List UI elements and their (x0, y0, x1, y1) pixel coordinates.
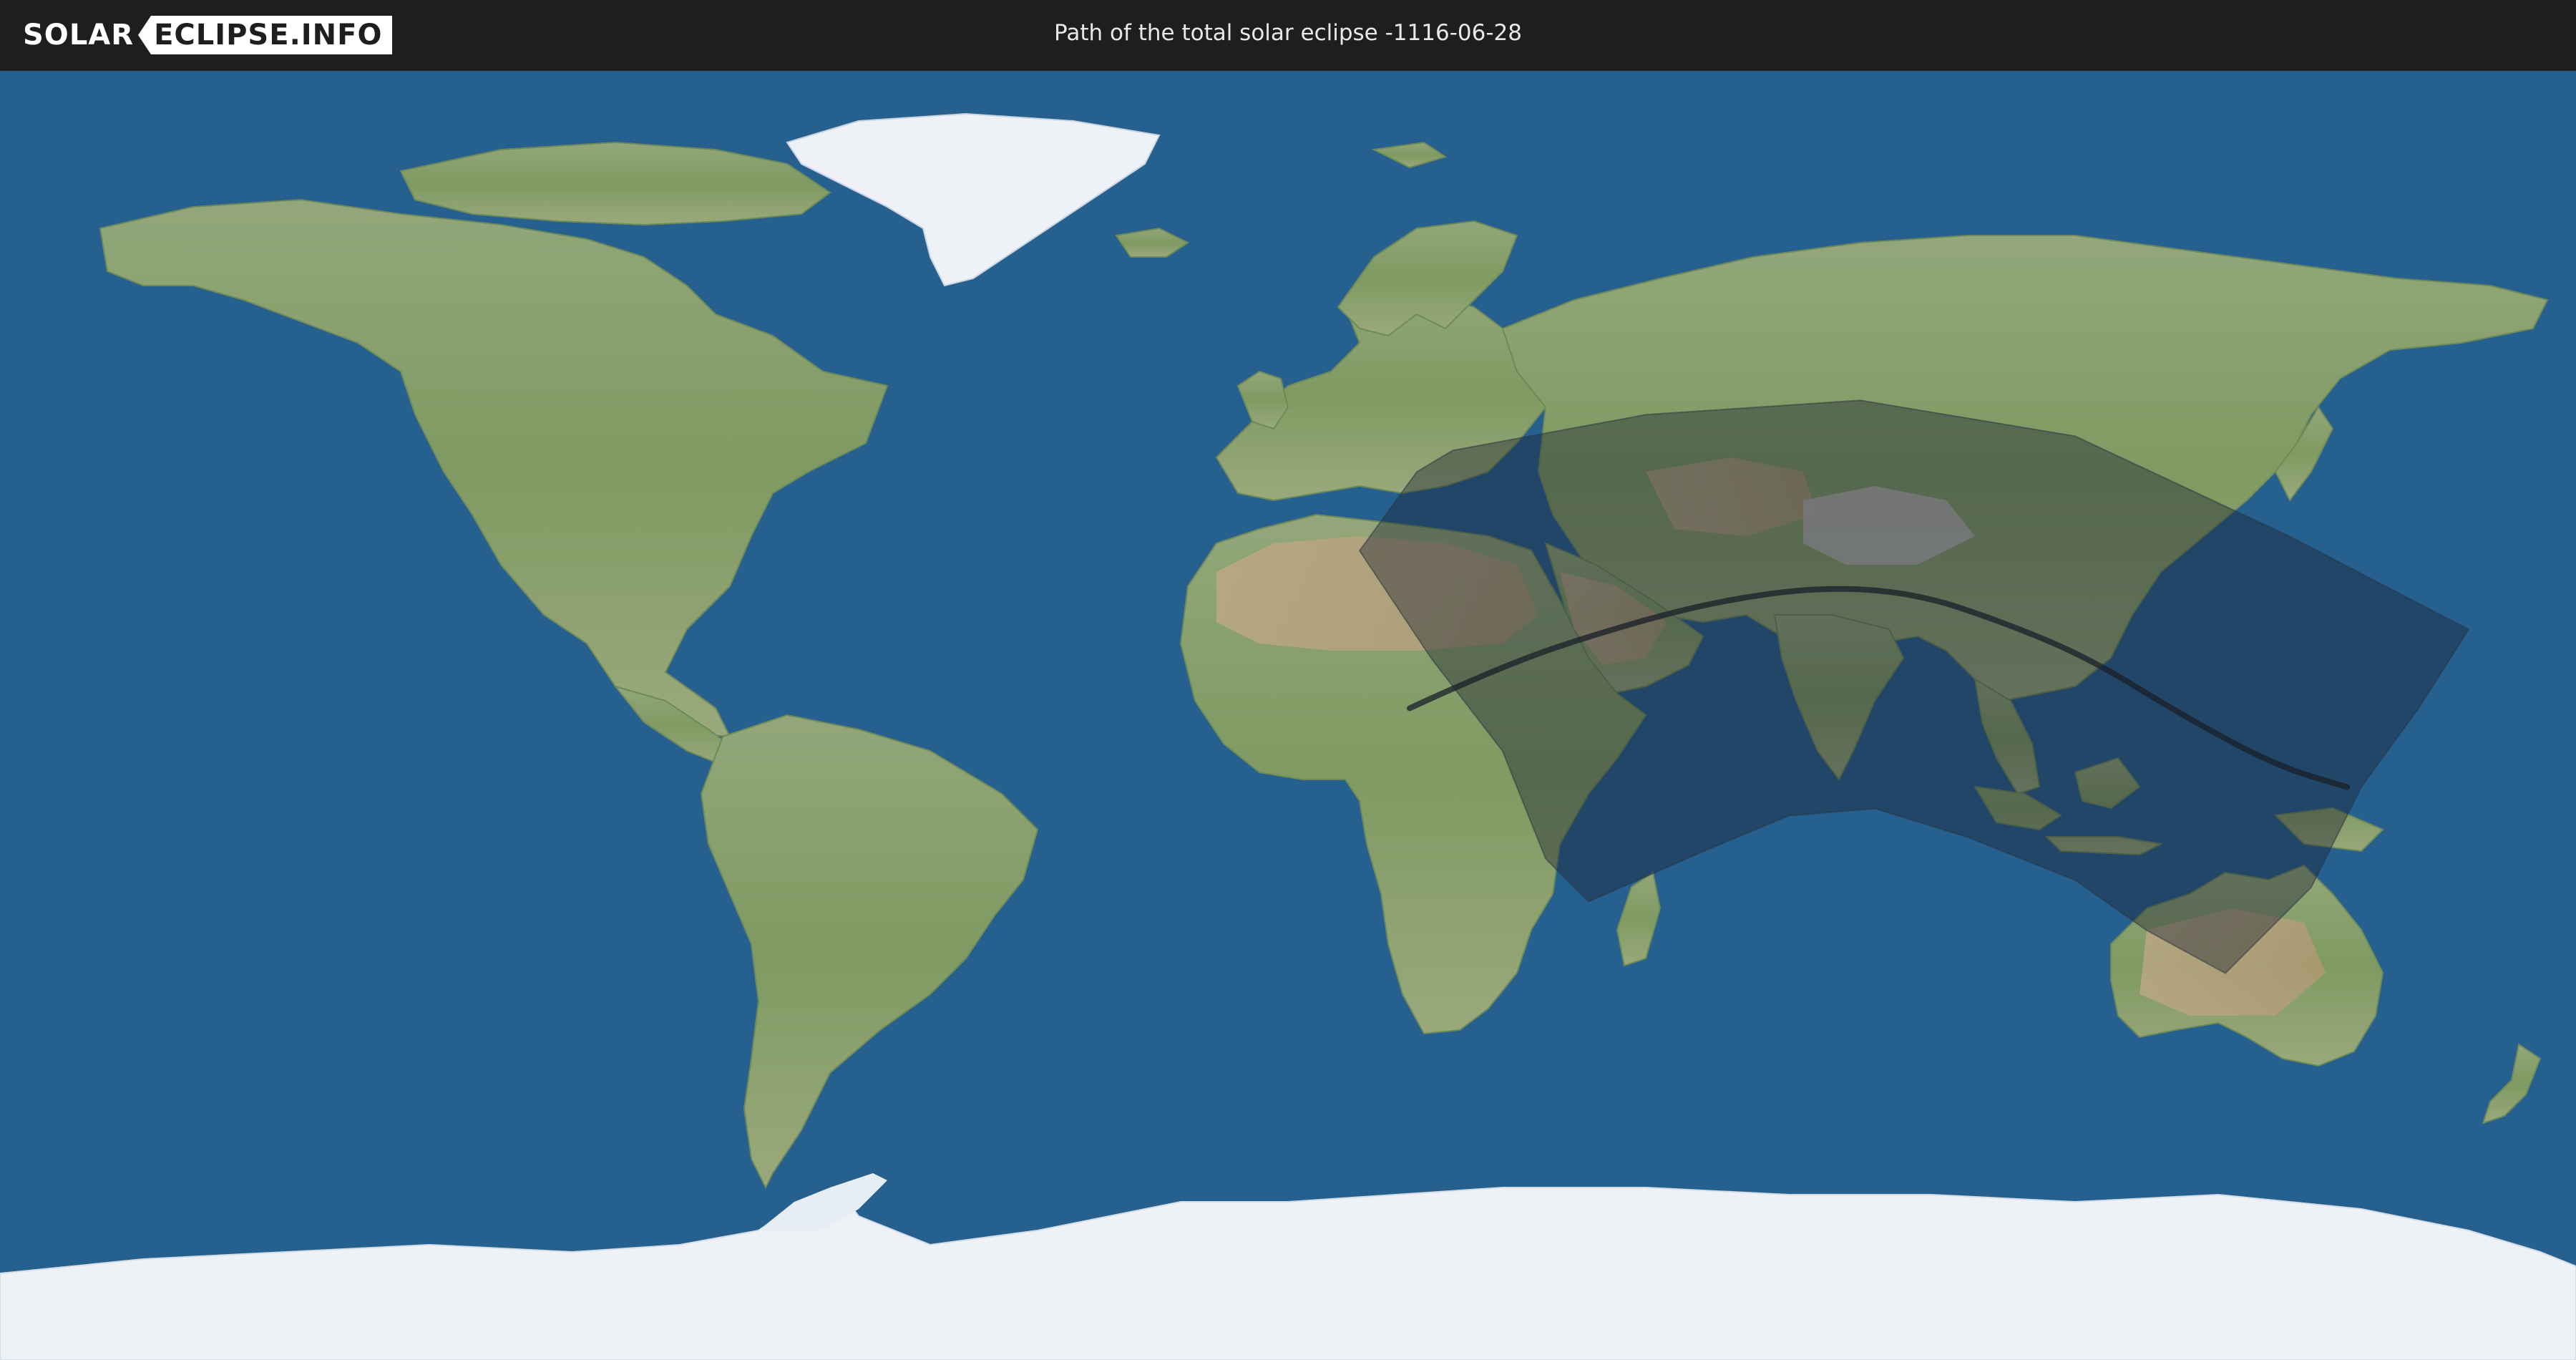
site-header: SOLAR ECLIPSE.INFO Path of the total sol… (0, 0, 2576, 71)
world-map-canvas[interactable] (0, 71, 2576, 1360)
eclipse-map-page: SOLAR ECLIPSE.INFO Path of the total sol… (0, 0, 2576, 1360)
world-map[interactable] (0, 71, 2576, 1360)
page-title: Path of the total solar eclipse -1116-06… (1054, 20, 1522, 46)
